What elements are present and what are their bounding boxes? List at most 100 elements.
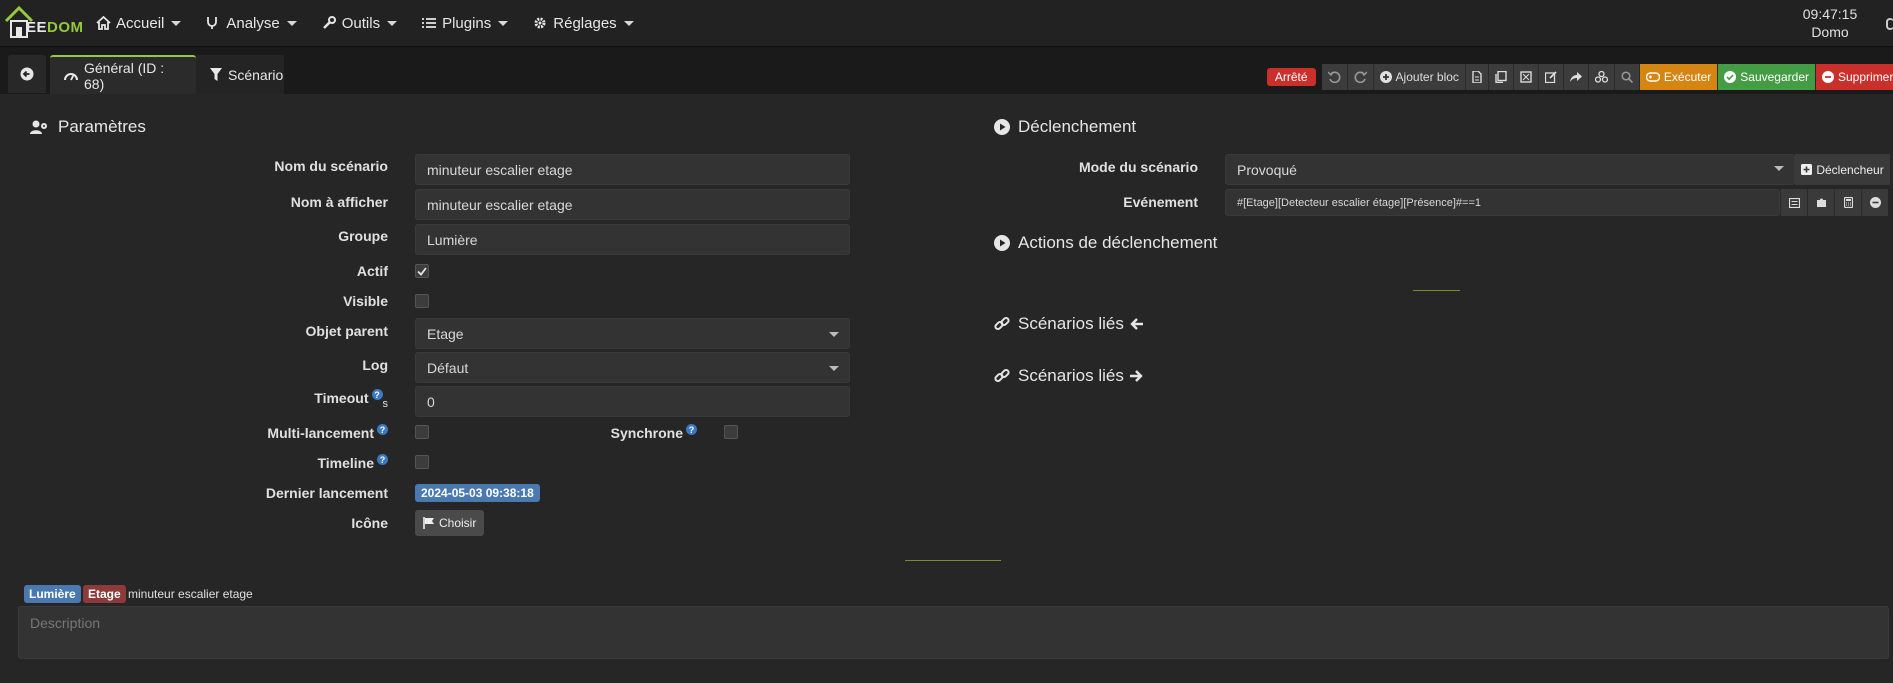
scenario-mode-label: Mode du scénario xyxy=(1078,159,1198,175)
parent-object-select[interactable]: Etage xyxy=(415,318,850,349)
display-name-input[interactable]: minuteur escalier etage xyxy=(415,189,850,220)
timeout-label-text: Timeout xyxy=(314,390,369,407)
menu-reglages[interactable]: Réglages xyxy=(532,13,634,33)
menu-reglages-label: Réglages xyxy=(553,14,617,32)
event-label: Evénement xyxy=(1123,194,1198,210)
status-badge: Arrêté xyxy=(1266,68,1316,86)
undo-button[interactable] xyxy=(1321,64,1348,90)
flag-icon xyxy=(423,517,435,529)
user-menu-edge-icon[interactable] xyxy=(1886,18,1893,30)
search-button[interactable] xyxy=(1614,64,1640,90)
sync-checkbox[interactable] xyxy=(724,425,738,439)
help-icon[interactable]: ? xyxy=(371,389,383,400)
main-menu: Accueil Analyse Outils Plugins Réglages xyxy=(95,13,658,33)
choose-icon-button[interactable]: Choisir xyxy=(415,510,485,536)
scenario-mode-value: Provoqué xyxy=(1237,161,1297,178)
group-input[interactable]: Lumière xyxy=(415,224,850,255)
multi-launch-label-text: Multi-lancement xyxy=(267,425,374,442)
arrow-left-icon xyxy=(1129,317,1144,331)
expand-button[interactable] xyxy=(1513,64,1539,90)
last-run-badge: 2024-05-03 09:38:18 xyxy=(415,484,540,502)
last-run-label: Dernier lancement xyxy=(265,485,388,501)
menu-outils[interactable]: Outils xyxy=(321,13,398,33)
scenario-name-input[interactable]: minuteur escalier etage xyxy=(415,154,850,185)
copy-icon xyxy=(1495,71,1507,83)
timeout-label: Timeout ?s xyxy=(200,389,388,410)
chevron-down-icon xyxy=(829,332,839,337)
visible-checkbox[interactable] xyxy=(415,294,429,308)
trigger-section-title: Déclenchement xyxy=(994,117,1136,137)
menu-plugins[interactable]: Plugins xyxy=(421,13,509,33)
help-icon[interactable]: ? xyxy=(377,454,388,465)
expression-tester-button[interactable] xyxy=(1834,189,1861,216)
jeedom-logo[interactable]: EEDOM xyxy=(4,5,83,41)
clock-user-block[interactable]: 09:47:15 Domo xyxy=(1790,5,1870,41)
select-equipment-button[interactable] xyxy=(1807,189,1834,216)
multi-launch-checkbox[interactable] xyxy=(415,425,429,439)
link-icon xyxy=(994,368,1010,384)
help-icon[interactable]: ? xyxy=(686,424,697,435)
cubes-icon xyxy=(1594,71,1608,83)
redo-button[interactable] xyxy=(1347,64,1374,90)
log-label: Log xyxy=(362,357,388,373)
play-circle-icon xyxy=(994,119,1010,135)
help-icon[interactable]: ? xyxy=(377,424,388,435)
active-checkbox[interactable] xyxy=(415,264,429,278)
export-button[interactable] xyxy=(1563,64,1589,90)
parent-object-label: Objet parent xyxy=(305,323,388,339)
list-icon xyxy=(421,15,437,31)
linked-scenarios-in-title: Scénarios liés xyxy=(994,314,1144,334)
play-circle-icon xyxy=(994,235,1010,251)
group-label: Groupe xyxy=(338,228,388,244)
menu-outils-label: Outils xyxy=(341,14,381,32)
undo-icon xyxy=(1327,71,1340,83)
tab-general[interactable]: Général (ID : 68) xyxy=(50,55,196,94)
scenario-mode-select[interactable]: Provoqué xyxy=(1225,154,1795,185)
menu-accueil[interactable]: Accueil xyxy=(95,13,182,33)
duplicate-button[interactable] xyxy=(1488,64,1514,90)
event-input[interactable]: #[Etage][Detecteur escalier étage][Prése… xyxy=(1225,189,1780,216)
check-circle-icon xyxy=(1724,71,1737,83)
remove-trigger-button[interactable] xyxy=(1861,189,1888,216)
edit-button[interactable] xyxy=(1538,64,1564,90)
plus-square-icon xyxy=(1801,164,1813,175)
minus-circle-icon xyxy=(1869,197,1881,208)
menu-analyse[interactable]: Analyse xyxy=(205,13,297,33)
add-block-label: Ajouter bloc xyxy=(1395,70,1459,84)
timeline-checkbox[interactable] xyxy=(415,455,429,469)
chevron-down-icon xyxy=(829,366,839,371)
dependency-button[interactable] xyxy=(1588,64,1615,90)
description-textarea[interactable]: Description xyxy=(18,606,1889,659)
execute-button[interactable]: Exécuter xyxy=(1639,64,1719,90)
timeout-input[interactable]: 0 xyxy=(415,386,850,417)
expand-icon xyxy=(1520,71,1532,83)
log-value: Défaut xyxy=(427,359,469,376)
scenario-toolbar: Arrêté Ajouter bloc Exécuter Sauvegarder… xyxy=(1266,64,1893,90)
log-select[interactable]: Défaut xyxy=(415,352,850,383)
back-button[interactable] xyxy=(8,55,46,93)
linked-scenarios-out-title: Scénarios liés xyxy=(994,366,1144,386)
choose-label: Choisir xyxy=(439,516,477,530)
delete-label: Supprimer xyxy=(1838,70,1893,84)
trigger-title-label: Déclenchement xyxy=(1018,117,1137,136)
divider-line xyxy=(905,560,1001,561)
save-label: Sauvegarder xyxy=(1740,70,1809,84)
menu-plugins-label: Plugins xyxy=(442,14,492,32)
add-block-button[interactable]: Ajouter bloc xyxy=(1373,64,1466,90)
add-trigger-label: Déclencheur xyxy=(1816,162,1884,177)
menu-analyse-label: Analyse xyxy=(226,14,280,32)
object-tag: Etage xyxy=(83,585,126,603)
template-button[interactable] xyxy=(1465,64,1489,90)
chevron-down-icon xyxy=(498,20,509,26)
select-command-button[interactable] xyxy=(1780,189,1807,216)
display-name-label: Nom à afficher xyxy=(290,194,388,210)
add-trigger-button[interactable]: Déclencheur xyxy=(1795,154,1890,185)
tab-scenario[interactable]: Scénario xyxy=(196,55,284,94)
trigger-actions-section-title[interactable]: Actions de déclenchement xyxy=(994,233,1217,253)
tab-general-label: Général (ID : 68) xyxy=(84,59,165,92)
active-label: Actif xyxy=(356,263,388,279)
delete-button[interactable]: Supprimer xyxy=(1816,64,1893,90)
chevron-down-icon xyxy=(286,20,297,26)
filter-icon xyxy=(210,68,222,81)
save-button[interactable]: Sauvegarder xyxy=(1718,64,1816,90)
